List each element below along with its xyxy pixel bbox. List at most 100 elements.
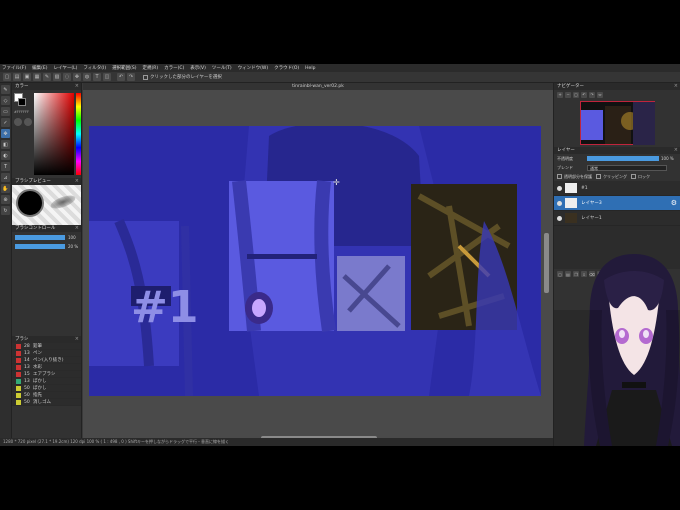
text-tool-icon[interactable]: T: [1, 162, 10, 171]
move-tool-icon[interactable]: ✥: [1, 129, 10, 138]
brush-name: ペン: [33, 351, 42, 356]
brush-size: 50: [24, 399, 30, 405]
artwork-canvas[interactable]: #1 ✛: [89, 126, 541, 396]
brush-list-item[interactable]: 50 指先: [12, 392, 81, 399]
menu-ruler[interactable]: 定規(R): [142, 65, 158, 71]
visibility-eye-icon[interactable]: [557, 200, 562, 206]
brush-size-slider[interactable]: [15, 235, 65, 240]
brush-name: エアブラシ: [33, 372, 56, 377]
transform-icon[interactable]: ✥: [73, 73, 81, 81]
brush-list-item[interactable]: 13 水彩: [12, 364, 81, 371]
close-icon[interactable]: ×: [75, 225, 79, 232]
check-tool-icon[interactable]: ✓: [1, 118, 10, 127]
menu-layer[interactable]: レイヤー(L): [53, 65, 77, 71]
color-mode-icon[interactable]: [14, 118, 22, 126]
flip-icon[interactable]: ⇔: [597, 91, 603, 98]
menu-tool[interactable]: ツール(T): [212, 65, 232, 71]
visibility-eye-icon[interactable]: [557, 215, 562, 221]
grid-icon[interactable]: ▦: [33, 73, 41, 81]
new-folder-icon[interactable]: ▤: [565, 271, 571, 277]
fill-tool-icon[interactable]: ◧: [1, 140, 10, 149]
gradient-tool-icon[interactable]: ◐: [1, 151, 10, 160]
vertical-scrollbar[interactable]: [544, 233, 549, 293]
brush-list-item[interactable]: 14 ペン(入り抜き): [12, 357, 81, 364]
background-color-swatch[interactable]: [18, 98, 26, 106]
brush-opacity-slider[interactable]: [15, 244, 65, 249]
new-icon[interactable]: ▢: [3, 73, 11, 81]
fit-icon[interactable]: ▢: [573, 91, 579, 98]
protect-alpha-checkbox[interactable]: 透明部分を保護: [557, 174, 592, 180]
brush-size-value: 100: [68, 235, 76, 240]
layer-settings-gear-icon[interactable]: ⚙: [671, 199, 677, 207]
layer-thumbnail: [565, 213, 577, 223]
close-icon[interactable]: ×: [674, 83, 678, 90]
brush-list-item[interactable]: 50 ぼかし: [12, 385, 81, 392]
close-icon[interactable]: ×: [674, 147, 678, 154]
brush-list: 28 鉛筆 13 ペン 14 ペン(入り抜き) 13 水彩 15 エアブラシ 13 ぼかし …: [12, 343, 81, 406]
pen-tool-icon[interactable]: ✎: [1, 85, 10, 94]
brush-name: ぼかし: [33, 379, 47, 384]
layer-blend-select[interactable]: 通常: [587, 164, 667, 171]
close-icon[interactable]: ×: [75, 178, 79, 185]
brush-list-item[interactable]: 50 消しゴム: [12, 399, 81, 406]
rect-select-tool-icon[interactable]: ▭: [1, 107, 10, 116]
brush-list-item[interactable]: 13 ぼかし: [12, 378, 81, 385]
brush-preview-label: ブラシプレビュー: [15, 179, 51, 184]
menu-file[interactable]: ファイル(F): [2, 65, 26, 71]
new-layer-icon[interactable]: ▢: [557, 271, 563, 277]
saturation-value-picker[interactable]: [34, 93, 74, 175]
brush-list-item[interactable]: 13 ペン: [12, 350, 81, 357]
menu-help[interactable]: Help: [305, 66, 315, 71]
duplicate-layer-icon[interactable]: ❐: [573, 271, 579, 277]
canvas-area[interactable]: tinrainbl-wan_ver02.pk #1 ✛: [83, 83, 553, 446]
menu-color[interactable]: カラー(C): [164, 65, 184, 71]
text-icon[interactable]: T: [93, 73, 101, 81]
brush-list-label: ブラシ: [15, 337, 29, 342]
lock-checkbox[interactable]: ロック: [631, 174, 650, 180]
hand-tool-icon[interactable]: ✋: [1, 184, 10, 193]
color-panel-title: カラー ×: [12, 83, 81, 90]
brush-list-item[interactable]: 15 エアブラシ: [12, 371, 81, 378]
fill-icon[interactable]: ◍: [83, 73, 91, 81]
zoom-in-icon[interactable]: +: [557, 91, 563, 98]
select-layer-checkbox[interactable]: クリックした部分のレイヤーを選択: [143, 74, 222, 80]
document-tab[interactable]: tinrainbl-wan_ver02.pk: [83, 83, 553, 90]
layer-opacity-slider[interactable]: [587, 156, 659, 161]
hue-slider[interactable]: [76, 93, 81, 175]
lasso-icon[interactable]: ◌: [63, 73, 71, 81]
select-icon[interactable]: ▧: [53, 73, 61, 81]
layer-row-selected[interactable]: レイヤー3 ⚙: [554, 196, 680, 211]
brush-size: 15: [24, 371, 30, 377]
close-icon[interactable]: ×: [75, 83, 79, 90]
layer-row[interactable]: レイヤー1: [554, 211, 680, 226]
menu-window[interactable]: ウィンドウ(W): [238, 65, 268, 71]
eyedropper-tool-icon[interactable]: ⊿: [1, 173, 10, 182]
eraser-tool-icon[interactable]: ◇: [1, 96, 10, 105]
layer-panel-title: レイヤー ×: [554, 147, 680, 154]
rotate-right-icon[interactable]: ↷: [589, 91, 595, 98]
menu-cloud[interactable]: クラウド(O): [274, 65, 299, 71]
color-wheel-icon[interactable]: [24, 118, 32, 126]
open-icon[interactable]: ▤: [13, 73, 21, 81]
menu-view[interactable]: 表示(V): [190, 65, 206, 71]
menu-select[interactable]: 選択範囲(S): [112, 65, 136, 71]
brush-list-item[interactable]: 28 鉛筆: [12, 343, 81, 350]
rotate-left-icon[interactable]: ↶: [581, 91, 587, 98]
redo-icon[interactable]: ↷: [127, 73, 135, 81]
brush-icon[interactable]: ✎: [43, 73, 51, 81]
rotate-tool-icon[interactable]: ↻: [1, 206, 10, 215]
layer-opacity-row: 不透明度 100 %: [554, 154, 680, 163]
save-icon[interactable]: ▣: [23, 73, 31, 81]
layer-row[interactable]: #1: [554, 181, 680, 196]
undo-icon[interactable]: ↶: [117, 73, 125, 81]
menu-filter[interactable]: フィルタ(I): [83, 65, 106, 71]
navigator-preview[interactable]: [554, 99, 680, 147]
zoom-tool-icon[interactable]: ⊕: [1, 195, 10, 204]
visibility-eye-icon[interactable]: [557, 185, 562, 191]
clipping-checkbox[interactable]: クリッピング: [596, 174, 627, 180]
menu-edit[interactable]: 編集(E): [32, 65, 47, 71]
layer-icon[interactable]: ◫: [103, 73, 111, 81]
brush-size: 13: [24, 364, 30, 370]
zoom-out-icon[interactable]: −: [565, 91, 571, 98]
close-icon[interactable]: ×: [75, 336, 79, 343]
